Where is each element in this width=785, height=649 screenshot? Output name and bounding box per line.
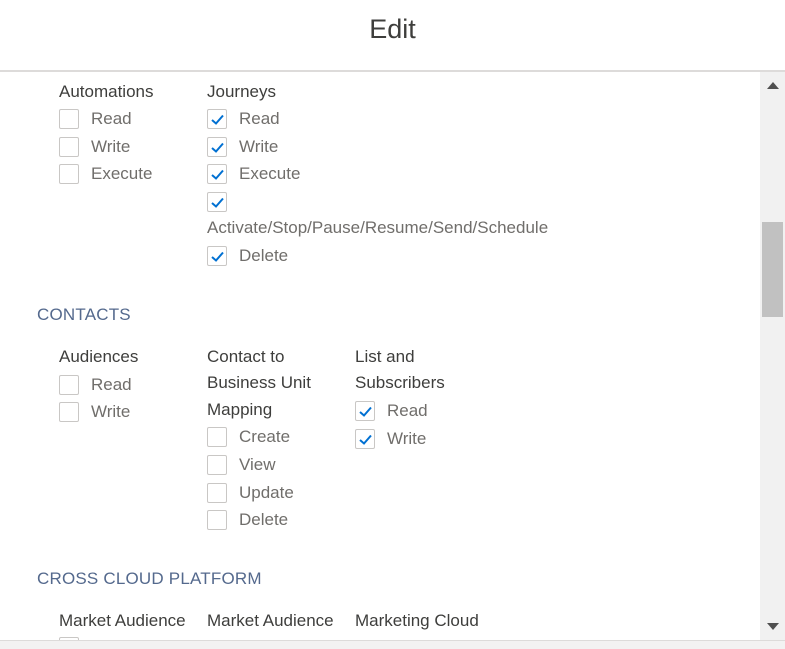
vertical-scrollbar[interactable] (760, 72, 785, 640)
group-label-marketing-cloud: Marketing Cloud (355, 611, 479, 630)
group-label-automations: Automations (59, 82, 154, 101)
group-label-market-audience-2: Market Audience (207, 611, 334, 630)
checkbox-label: Write (91, 137, 131, 156)
check-icon (211, 114, 224, 125)
scrollbar-thumb[interactable] (762, 222, 783, 317)
checkbox-box[interactable] (355, 429, 375, 449)
checkbox-label: Activate/Stop/Pause/Resume/Send/Schedule (207, 218, 549, 237)
checkbox-box[interactable] (207, 427, 227, 447)
checkbox-label: Delete (239, 246, 289, 265)
checkbox-box[interactable] (207, 137, 227, 157)
group-label-journeys: Journeys (207, 82, 276, 101)
checkbox-label: Write (91, 402, 131, 421)
checkbox-label: Update (239, 483, 294, 502)
checkbox-box[interactable] (59, 402, 79, 422)
checkbox-box[interactable] (207, 510, 227, 530)
checkbox-label: Write (239, 137, 279, 156)
checkbox-label: Read (387, 401, 428, 420)
check-icon (211, 142, 224, 153)
checkbox-box[interactable] (59, 164, 79, 184)
checkbox-label: Execute (91, 164, 153, 183)
checkbox-label: View (239, 455, 276, 474)
checkbox-box[interactable] (207, 483, 227, 503)
check-icon (359, 434, 372, 445)
check-icon (359, 406, 372, 417)
checkbox-box[interactable] (59, 137, 79, 157)
checkbox-box[interactable] (355, 401, 375, 421)
check-icon (211, 251, 224, 262)
modal-header: Edit (0, 0, 785, 72)
group-label-list-line1: List and (355, 347, 415, 366)
checkbox-label: Delete (239, 510, 289, 529)
checkbox-box[interactable] (207, 164, 227, 184)
checkbox-label: Read (239, 109, 280, 128)
checkbox-box[interactable] (59, 109, 79, 129)
checkbox-box[interactable] (207, 109, 227, 129)
checkbox-label: Read (91, 109, 132, 128)
section-title-contacts: CONTACTS (37, 305, 131, 324)
group-label-list-line2: Subscribers (355, 373, 445, 392)
checkbox-label: Execute (239, 164, 301, 183)
check-icon (211, 197, 224, 208)
permissions-content: Automations Read Write Execute Journeys … (0, 72, 760, 640)
group-label-contact-bu-line2: Business Unit (207, 373, 311, 392)
section-title-cross-cloud: CROSS CLOUD PLATFORM (37, 569, 262, 588)
checkbox-label: Write (387, 429, 427, 448)
group-label-contact-bu-line1: Contact to (207, 347, 285, 366)
modal-title: Edit (369, 14, 416, 44)
checkbox-box[interactable] (207, 192, 227, 212)
scroll-down-arrow-icon[interactable] (767, 623, 779, 630)
check-icon (211, 169, 224, 180)
checkbox-box[interactable] (59, 375, 79, 395)
checkbox-box[interactable] (207, 246, 227, 266)
scroll-up-arrow-icon[interactable] (767, 82, 779, 89)
checkbox-label: Create (239, 427, 291, 446)
group-label-market-audience-1: Market Audience (59, 611, 186, 630)
group-label-audiences: Audiences (59, 347, 139, 366)
checkbox-box[interactable] (207, 455, 227, 475)
group-label-contact-bu-line3: Mapping (207, 400, 273, 419)
checkbox-label: Read (91, 375, 132, 394)
